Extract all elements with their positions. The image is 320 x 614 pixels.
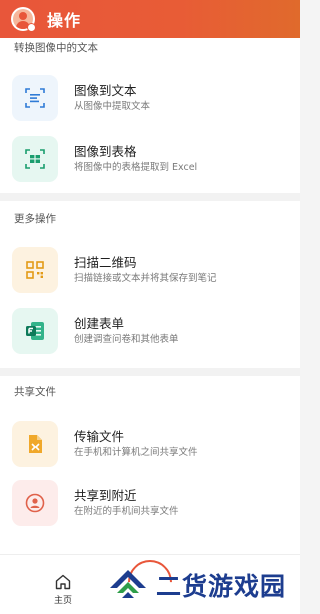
list-item-transfer-file[interactable]: 传输文件 在手机和计算机之间共享文件 <box>12 419 292 469</box>
section-title-convert: 转换图像中的文本 <box>14 42 98 54</box>
image-to-table-icon <box>12 136 58 182</box>
nav-home[interactable]: 主页 <box>48 573 78 606</box>
avatar[interactable] <box>11 7 36 32</box>
image-to-text-icon <box>12 75 58 121</box>
item-subtitle: 从图像中提取文本 <box>74 101 151 112</box>
item-subtitle: 在附近的手机间共享文件 <box>74 506 179 517</box>
list-item-share-nearby[interactable]: 共享到附近 在附近的手机间共享文件 <box>12 478 292 528</box>
section-divider <box>0 368 300 376</box>
watermark-text: 二货游戏园 <box>156 572 287 601</box>
item-title: 传输文件 <box>74 429 125 444</box>
app-header: 操作 <box>0 0 300 38</box>
qr-code-icon <box>12 247 58 293</box>
item-title: 创建表单 <box>74 316 125 331</box>
item-subtitle: 在手机和计算机之间共享文件 <box>74 447 198 458</box>
actions-panel: 转换图像中的文本 图像到文本 从图像中提取文本 图像到表格 将图像中的表格提取到… <box>0 38 300 554</box>
list-item-scan-qr[interactable]: 扫描二维码 扫描链接或文本并将其保存到笔记 <box>12 245 292 295</box>
forms-icon <box>12 308 58 354</box>
watermark-logo-icon <box>110 570 146 598</box>
item-subtitle: 扫描链接或文本并将其保存到笔记 <box>74 273 217 284</box>
item-title: 扫描二维码 <box>74 255 137 270</box>
avatar-badge <box>27 23 36 32</box>
transfer-file-icon <box>12 421 58 467</box>
item-title: 图像到表格 <box>74 144 137 159</box>
home-icon <box>55 574 71 590</box>
nav-home-label: 主页 <box>53 596 72 606</box>
section-divider <box>0 193 300 201</box>
page-title: 操作 <box>47 11 82 30</box>
list-item-image-to-table[interactable]: 图像到表格 将图像中的表格提取到 Excel <box>12 134 292 184</box>
item-subtitle: 创建调查问卷和其他表单 <box>74 334 179 345</box>
section-title-share: 共享文件 <box>14 386 56 398</box>
share-nearby-icon <box>12 480 58 526</box>
list-item-image-to-text[interactable]: 图像到文本 从图像中提取文本 <box>12 73 292 123</box>
section-title-more: 更多操作 <box>14 213 56 225</box>
item-subtitle: 将图像中的表格提取到 Excel <box>74 162 198 173</box>
watermark: 二货游戏园 <box>108 560 298 610</box>
item-title: 共享到附近 <box>74 488 137 503</box>
list-item-create-form[interactable]: 创建表单 创建调查问卷和其他表单 <box>12 306 292 356</box>
item-title: 图像到文本 <box>74 83 137 98</box>
